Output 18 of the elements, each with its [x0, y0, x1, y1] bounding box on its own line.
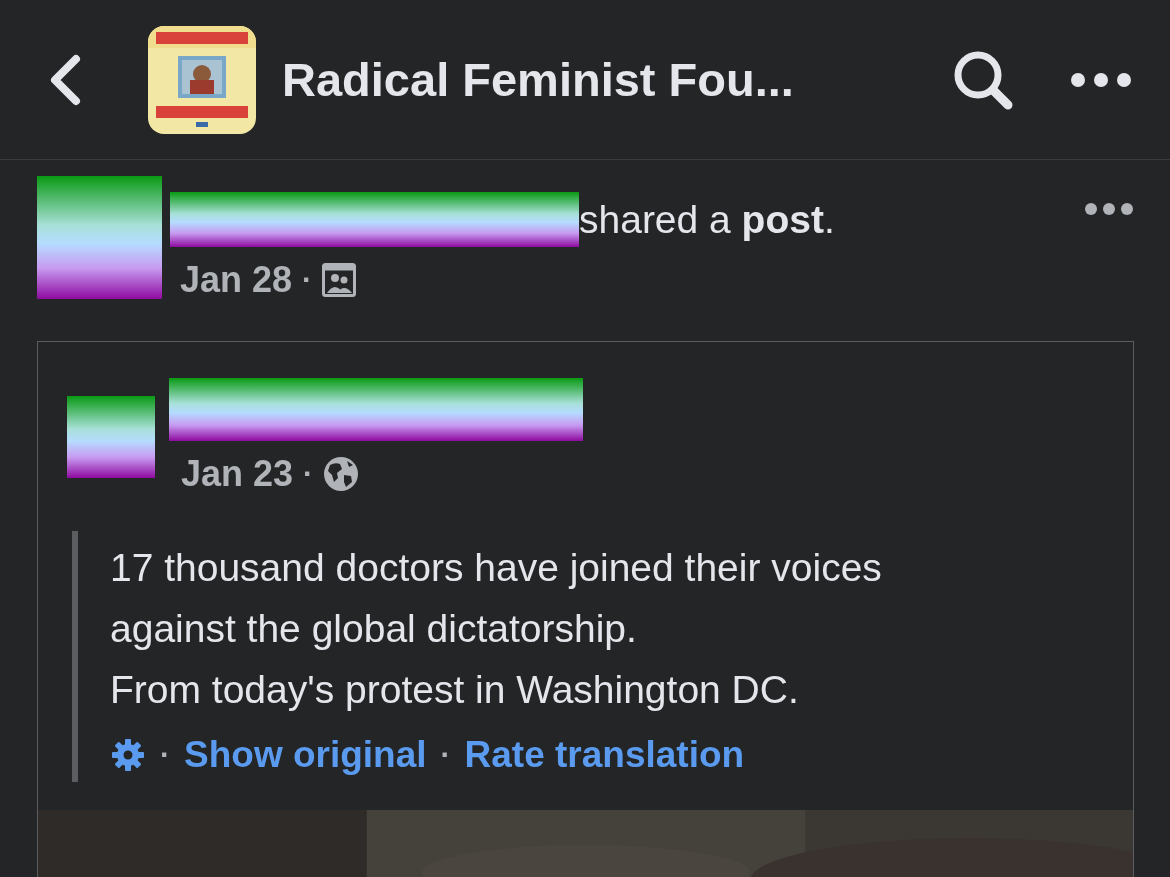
separator-dot: · — [303, 457, 314, 491]
more-icon — [1070, 71, 1132, 88]
more-icon[interactable] — [1084, 202, 1134, 216]
share-action-text: shared a post. — [579, 197, 835, 242]
post-date[interactable]: Jan 28 — [180, 259, 293, 301]
separator-dot: · — [440, 738, 451, 772]
separator-dot: · — [160, 738, 170, 772]
back-icon — [48, 53, 82, 106]
rate-translation-link[interactable]: Rate translation — [464, 734, 745, 776]
group-title[interactable]: Radical Feminist Fou... — [282, 52, 952, 107]
post-date[interactable]: Jan 23 — [181, 453, 294, 495]
more-button[interactable] — [1070, 71, 1132, 88]
post-text: 17 thousand doctors have joined their voices against the global dictatorship. From today's protest in Washington DC. — [110, 545, 883, 713]
globe-icon — [323, 456, 360, 492]
settings-icon[interactable] — [110, 737, 146, 773]
separator-dot: · — [302, 263, 313, 297]
group-icon — [322, 263, 357, 297]
show-original-link[interactable]: Show original — [184, 734, 427, 776]
